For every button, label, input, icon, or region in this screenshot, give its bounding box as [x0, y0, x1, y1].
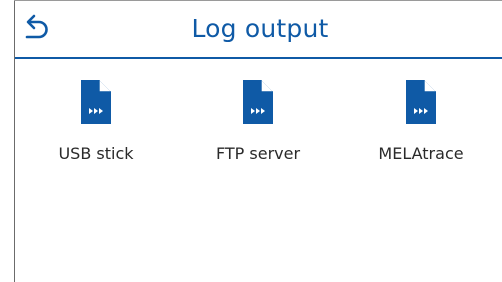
option-label: MELAtrace: [378, 144, 464, 163]
option-usb-stick[interactable]: USB stick: [31, 76, 161, 186]
option-label: USB stick: [58, 144, 134, 163]
option-ftp-server[interactable]: FTP server: [193, 76, 323, 186]
option-label: FTP server: [215, 144, 301, 163]
option-melatrace[interactable]: MELAtrace: [356, 76, 486, 186]
back-button[interactable]: [18, 10, 54, 46]
log-output-screen: Log output USB stick FTP server MELAtrac…: [0, 0, 502, 282]
header-divider: [15, 57, 502, 59]
document-forward-icon: [81, 80, 111, 124]
page-title: Log output: [191, 14, 329, 43]
document-forward-icon: [243, 80, 273, 124]
document-forward-icon: [406, 80, 436, 124]
back-arrow-icon: [18, 10, 54, 46]
